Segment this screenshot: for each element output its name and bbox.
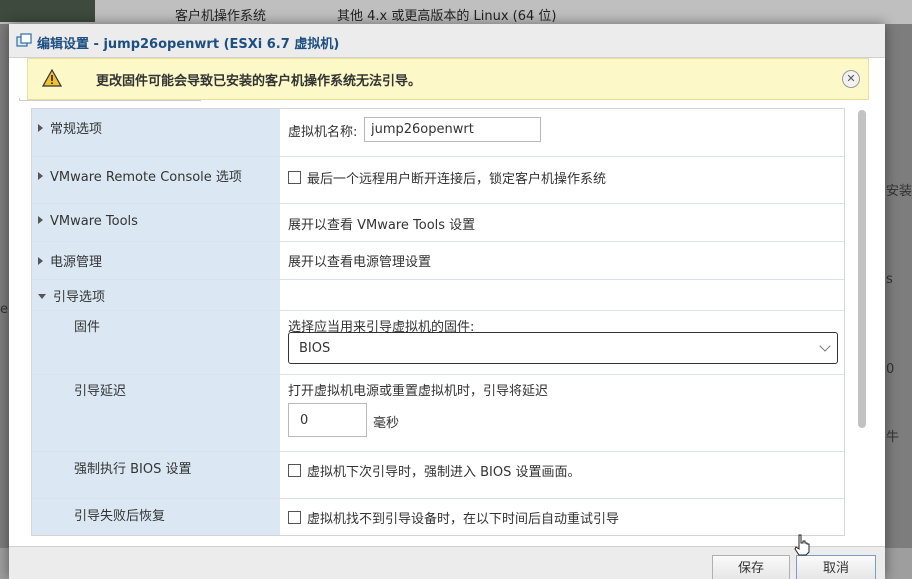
chevron-right-icon — [38, 257, 43, 265]
background-thumbnail — [0, 0, 95, 22]
boot-options-label: 引导选项 — [53, 290, 106, 305]
settings-scrollbar[interactable] — [856, 108, 868, 534]
cancel-button[interactable]: 取消 — [796, 555, 876, 579]
chevron-right-icon — [38, 172, 43, 180]
background-right-fragment: 安装 — [886, 184, 912, 199]
boot-delay-label: 引导延迟 — [74, 384, 127, 399]
boot-delay-input[interactable] — [288, 403, 367, 437]
background-right-fragment: 0 — [886, 362, 895, 377]
warning-text: 更改固件可能会导致已安装的客户机操作系统无法引导。 — [96, 74, 422, 89]
boot-options-toggle[interactable]: 引导选项 — [38, 286, 105, 305]
vmware-tools-toggle[interactable]: VMware Tools — [38, 214, 138, 229]
remote-console-toggle[interactable]: VMware Remote Console 选项 — [38, 166, 242, 185]
general-options-label: 常规选项 — [50, 122, 103, 137]
force-bios-option[interactable]: 虚拟机下次引导时，强制进入 BIOS 设置画面。 — [288, 461, 581, 480]
general-options-toggle[interactable]: 常规选项 — [38, 118, 102, 137]
lock-guest-checkbox[interactable] — [288, 171, 301, 184]
settings-table: 常规选项 虚拟机名称: VMware Remote Console 选项 最后一… — [31, 108, 845, 536]
boot-retry-label: 引导失败后恢复 — [74, 509, 166, 524]
vm-name-label: 虚拟机名称: — [288, 125, 358, 140]
power-management-summary: 展开以查看电源管理设置 — [288, 255, 432, 270]
boot-retry-checkbox-label: 虚拟机找不到引导设备时，在以下时间后自动重试引导 — [307, 512, 620, 527]
vmware-tools-summary: 展开以查看 VMware Tools 设置 — [288, 218, 476, 233]
firmware-select[interactable]: BIOS — [288, 332, 838, 364]
hand-cursor-icon — [794, 534, 810, 556]
lock-guest-label: 最后一个远程用户断开连接后，锁定客户机操作系统 — [307, 172, 607, 187]
firmware-warning-banner: 更改固件可能会导致已安装的客户机操作系统无法引导。 ✕ — [27, 58, 869, 100]
background-os-value: 其他 4.x 或更高版本的 Linux (64 位) — [337, 9, 557, 24]
background-left-fragment: e — [0, 302, 8, 317]
settings-row-vmware-tools: VMware Tools 展开以查看 VMware Tools 设置 — [32, 203, 844, 242]
dialog-header: 编辑设置 - jump26openwrt (ESXi 6.7 虚拟机) — [9, 24, 885, 58]
settings-row-boot: 引导选项 — [32, 279, 844, 311]
vmware-tools-label: VMware Tools — [50, 214, 138, 229]
vm-settings-icon — [16, 33, 32, 47]
close-icon[interactable]: ✕ — [842, 70, 860, 88]
settings-row-boot-delay: 引导延迟 打开虚拟机电源或重置虚拟机时，引导将延迟 毫秒 — [32, 374, 844, 452]
force-bios-label: 强制执行 BIOS 设置 — [74, 462, 192, 477]
background-right-fragment: s — [886, 272, 893, 287]
boot-retry-option[interactable]: 虚拟机找不到引导设备时，在以下时间后自动重试引导 — [288, 508, 619, 527]
dialog-footer: 保存 取消 — [9, 546, 885, 579]
background-os-label: 客户机操作系统 — [175, 9, 267, 24]
vm-name-input[interactable] — [364, 117, 541, 142]
remote-console-label: VMware Remote Console 选项 — [50, 170, 242, 185]
settings-row-remote-console: VMware Remote Console 选项 最后一个远程用户断开连接后，锁… — [32, 156, 844, 204]
power-management-toggle[interactable]: 电源管理 — [38, 251, 102, 270]
boot-delay-unit: 毫秒 — [373, 416, 400, 431]
save-button[interactable]: 保存 — [712, 555, 790, 579]
firmware-selected-value: BIOS — [299, 341, 331, 356]
settings-row-power: 电源管理 展开以查看电源管理设置 — [32, 241, 844, 280]
chevron-down-icon — [819, 340, 831, 352]
dialog-title: 编辑设置 - jump26openwrt (ESXi 6.7 虚拟机) — [37, 37, 340, 52]
edit-settings-dialog: 编辑设置 - jump26openwrt (ESXi 6.7 虚拟机) 更改固件… — [9, 24, 885, 579]
boot-delay-prompt: 打开虚拟机电源或重置虚拟机时，引导将延迟 — [288, 384, 549, 399]
settings-row-firmware: 固件 选择应当用来引导虚拟机的固件: BIOS — [32, 310, 844, 375]
chevron-down-icon — [38, 294, 46, 299]
warning-icon — [42, 69, 62, 87]
power-management-label: 电源管理 — [50, 255, 103, 270]
firmware-label: 固件 — [74, 320, 101, 335]
background-right-fragment: 牛 — [886, 430, 900, 445]
force-bios-checkbox-label: 虚拟机下次引导时，强制进入 BIOS 设置画面。 — [307, 465, 581, 480]
settings-row-boot-retry: 引导失败后恢复 虚拟机找不到引导设备时，在以下时间后自动重试引导 — [32, 498, 844, 535]
settings-row-force-bios: 强制执行 BIOS 设置 虚拟机下次引导时，强制进入 BIOS 设置画面。 — [32, 451, 844, 499]
lock-guest-option[interactable]: 最后一个远程用户断开连接后，锁定客户机操作系统 — [288, 168, 606, 187]
chevron-right-icon — [38, 124, 43, 132]
settings-row-general: 常规选项 虚拟机名称: — [32, 109, 844, 157]
chevron-right-icon — [38, 216, 43, 224]
scrollbar-thumb[interactable] — [858, 110, 866, 428]
force-bios-checkbox[interactable] — [288, 464, 301, 477]
boot-retry-checkbox[interactable] — [288, 511, 301, 524]
